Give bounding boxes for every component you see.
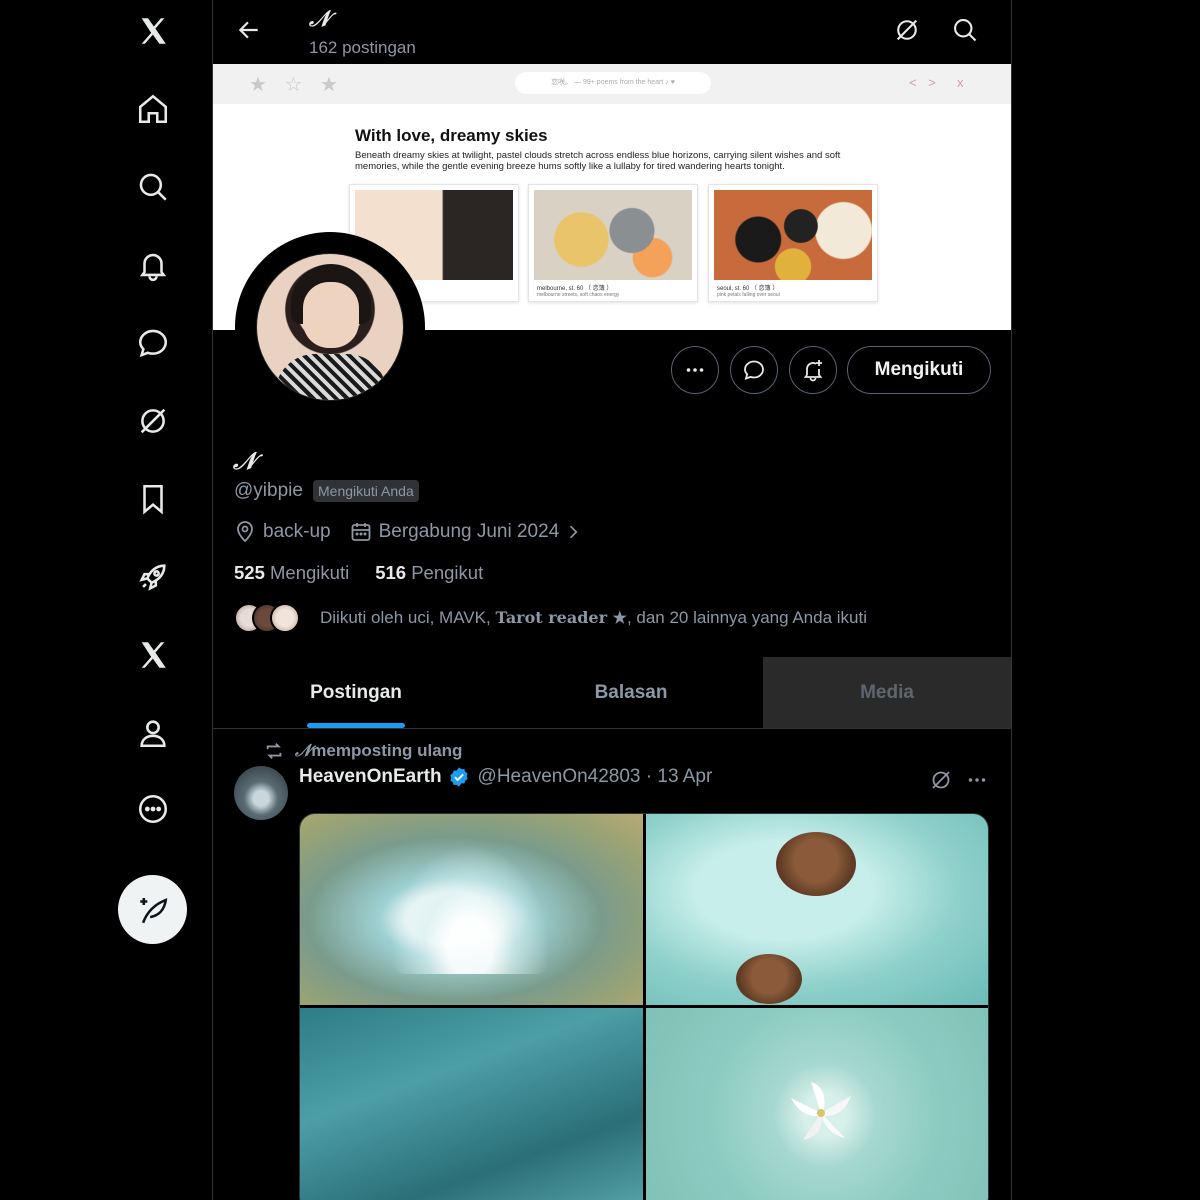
- more-icon[interactable]: [122, 778, 184, 840]
- following-count: 525: [234, 562, 265, 583]
- tab-media[interactable]: Media: [763, 657, 1011, 728]
- profile-column: 𝒩 162 postingan ★ ☆ ★ 恋咲。 — 99+ poems fr…: [212, 0, 1012, 1200]
- grok-icon: [896, 19, 918, 41]
- banner-stars: ★ ☆ ★: [249, 74, 344, 96]
- banner-url: 恋咲。 — 99+ poems from the heart ♪ ♥: [515, 72, 711, 94]
- display-name: 𝒩: [233, 446, 256, 475]
- following-button[interactable]: Mengikuti: [847, 346, 991, 394]
- banner-photo-card: melbourne, st. 60 （ 恋簿 ） melbourne stree…: [528, 184, 698, 302]
- repost-user[interactable]: 𝒩: [295, 741, 311, 761]
- notify-button[interactable]: [789, 346, 837, 394]
- search-profile-button[interactable]: [945, 10, 985, 50]
- post-header: HeavenOnEarth @HeavenOn42803 · 13 Apr: [299, 766, 712, 788]
- banner-photo: [714, 190, 872, 280]
- grok-icon: [932, 771, 950, 789]
- banner-text: Beneath dreamy skies at twilight, pastel…: [355, 150, 841, 172]
- bell-plus-icon: [803, 360, 823, 382]
- location-pin-icon: [237, 521, 253, 543]
- post-handle-date: @HeavenOn42803 · 13 Apr: [477, 766, 713, 787]
- tab-replies[interactable]: Balasan: [499, 657, 763, 728]
- compose-icon: [139, 897, 167, 923]
- profile-avatar[interactable]: [235, 232, 425, 422]
- profile-meta: back-up Bergabung Juni 2024: [233, 520, 589, 544]
- banner-close: x: [957, 75, 964, 90]
- location-text: back-up: [263, 521, 331, 542]
- banner-photo-card: seoul, st. 60 （ 恋簿 ） pink petals falling…: [708, 184, 878, 302]
- avatar: [270, 603, 300, 633]
- followers-count: 516: [375, 562, 407, 583]
- banner-card-caption: melbourne, st. 60 （ 恋簿 ）: [537, 286, 613, 292]
- lily-image: [791, 1082, 851, 1140]
- banner-card-subcaption: melbourne streets, soft chaos energy: [537, 292, 620, 298]
- message-button[interactable]: [730, 346, 778, 394]
- post-more-button[interactable]: [961, 766, 993, 794]
- user-handle: @yibpie: [234, 480, 303, 501]
- arrow-left-icon: [238, 21, 258, 39]
- mutual-followers[interactable]: Diikuti oleh uci, MAVK, Tarot reader ★, …: [234, 603, 867, 633]
- mutual-followers-text: Diikuti oleh uci, MAVK, Tarot reader ★, …: [320, 608, 868, 627]
- banner-photo: [534, 190, 692, 280]
- compose-button[interactable]: [118, 875, 187, 944]
- profile-tabs: Postingan Balasan Media: [213, 657, 1011, 729]
- calendar-icon: [351, 523, 371, 541]
- search-icon: [954, 19, 977, 42]
- back-button[interactable]: [229, 12, 269, 48]
- message-icon[interactable]: [122, 312, 184, 374]
- rocket-icon[interactable]: [122, 546, 184, 608]
- more-options-button[interactable]: [671, 346, 719, 394]
- verified-badge-icon: [449, 767, 468, 787]
- post-author-avatar[interactable]: [234, 766, 288, 820]
- banner-browser-bar: ★ ☆ ★ 恋咲。 — 99+ poems from the heart ♪ ♥…: [213, 64, 1011, 104]
- message-icon: [744, 360, 764, 380]
- bookmark-icon[interactable]: [122, 468, 184, 530]
- x-premium-icon[interactable]: [122, 624, 184, 686]
- grok-button[interactable]: [887, 10, 927, 50]
- follows-you-badge: Mengikuti Anda: [313, 480, 419, 502]
- post-author-name[interactable]: HeavenOnEarth: [299, 766, 442, 788]
- following-count-link[interactable]: 525 Mengikuti: [234, 562, 349, 584]
- more-horizontal-icon: [686, 368, 704, 372]
- post-media-grid: [299, 813, 989, 1200]
- media-image-turtles[interactable]: [646, 814, 988, 1005]
- bell-icon[interactable]: [122, 234, 184, 296]
- sidebar: [0, 0, 212, 1200]
- media-image-water[interactable]: [300, 1008, 643, 1200]
- repost-indicator: 𝒩memposting ulang: [263, 740, 462, 762]
- home-icon[interactable]: [122, 78, 184, 140]
- tab-posts[interactable]: Postingan: [213, 657, 499, 728]
- tab-label: Balasan: [594, 681, 668, 703]
- chevron-right-icon[interactable]: [563, 522, 583, 542]
- avatar-image: [256, 253, 404, 401]
- profile-header-bar: 𝒩 162 postingan: [213, 0, 1011, 64]
- banner-card-caption: seoul, st. 60 （ 恋簿 ）: [717, 286, 779, 292]
- banner-nav: < >: [909, 75, 940, 90]
- more-horizontal-icon: [968, 778, 986, 782]
- profile-icon[interactable]: [122, 702, 184, 764]
- header-display-name: 𝒩: [309, 6, 331, 32]
- banner-card-subcaption: pink petals falling over seoul: [717, 292, 780, 298]
- post-count: 162 postingan: [309, 38, 416, 57]
- followers-count-link[interactable]: 516 Pengikut: [375, 562, 483, 584]
- active-tab-indicator: [307, 723, 405, 728]
- repost-icon: [266, 743, 282, 759]
- x-logo-icon[interactable]: [122, 0, 184, 62]
- grok-icon[interactable]: [122, 390, 184, 452]
- grok-post-button[interactable]: [925, 766, 957, 794]
- tab-label: Postingan: [310, 681, 402, 703]
- followers-label: Pengikut: [411, 562, 484, 583]
- joined-date: Bergabung Juni 2024: [378, 521, 560, 542]
- search-icon[interactable]: [122, 156, 184, 218]
- follow-counts: 525 Mengikuti 516 Pengikut: [234, 562, 483, 584]
- media-image-splash[interactable]: [300, 814, 643, 1005]
- following-label: Mengikuti: [270, 562, 350, 583]
- repost-label: memposting ulang: [311, 741, 463, 760]
- media-image-lily[interactable]: [646, 1008, 988, 1200]
- banner-title: With love, dreamy skies: [355, 126, 548, 145]
- tab-label: Media: [860, 681, 914, 703]
